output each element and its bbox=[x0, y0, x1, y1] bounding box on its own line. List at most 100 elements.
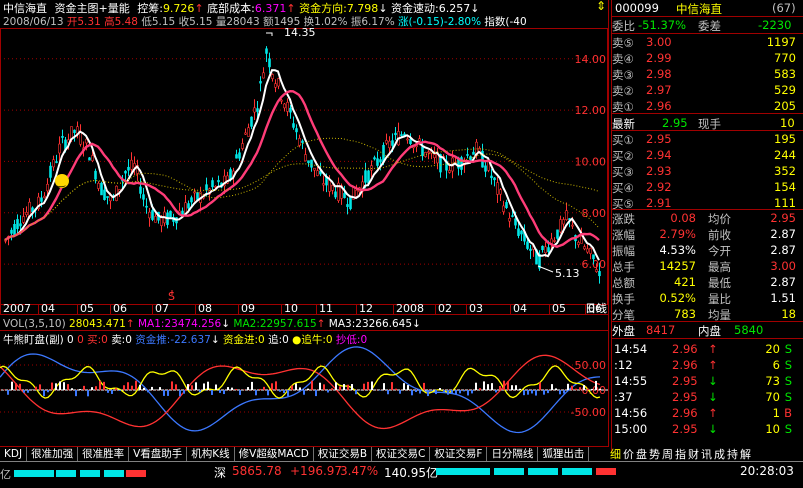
candle-body bbox=[388, 140, 391, 148]
level-volume: 1197 bbox=[766, 35, 796, 49]
quote-tab[interactable]: 盘 bbox=[635, 446, 648, 461]
right-progress-bar-5 bbox=[596, 468, 616, 475]
quote-panel: 000099 中信海直 (67) 委比 -51.37% 委差 -2230 卖⑤ 3… bbox=[611, 0, 803, 452]
high-annotation-line bbox=[266, 32, 273, 36]
indicator-tab[interactable]: 机构K线 bbox=[187, 447, 235, 462]
scroll-arrows-icon[interactable]: ⇕ bbox=[596, 0, 606, 13]
stat-row: 换手 0.52% 量比 1.51 bbox=[612, 291, 802, 306]
time-axis-label: 03 bbox=[469, 302, 483, 315]
up-arrow-icon: ↑ bbox=[708, 342, 718, 356]
stat-value: 783 bbox=[674, 307, 696, 321]
candle-body bbox=[508, 218, 511, 222]
indicator-tab[interactable]: V看盘助手 bbox=[129, 447, 188, 462]
sub-indicator-title[interactable]: 牛熊盯盘(副) bbox=[3, 334, 64, 346]
candle-body bbox=[238, 152, 241, 159]
stat-label-2: 最高 bbox=[708, 260, 731, 274]
quote-tab[interactable]: 成 bbox=[713, 446, 726, 461]
up-arrow-icon: ↑ bbox=[708, 358, 718, 372]
indicator-tab[interactable]: 日分隔线 bbox=[487, 447, 539, 462]
latest-value: 2.95 bbox=[662, 116, 688, 130]
candle-body bbox=[418, 138, 421, 142]
quote-tab[interactable]: 周 bbox=[661, 446, 674, 461]
quote-tab[interactable]: 财 bbox=[687, 446, 700, 461]
sell-label: 卖: bbox=[111, 334, 126, 346]
weicha-value: -2230 bbox=[758, 18, 792, 32]
inner-label: 内盘 bbox=[698, 324, 721, 338]
indicator-tab[interactable]: KDJ bbox=[0, 447, 28, 462]
up-arrow-icon: ↑ bbox=[316, 318, 326, 330]
tick-price: 2.95 bbox=[672, 390, 698, 404]
level-volume: 529 bbox=[774, 83, 796, 97]
stat-row: 总手 14257 最高 3.00 bbox=[612, 259, 802, 274]
candle-body bbox=[502, 205, 505, 212]
candle-body bbox=[247, 127, 250, 137]
level-volume: 111 bbox=[774, 196, 796, 210]
clock: 20:28:03 bbox=[740, 464, 794, 478]
candle-body bbox=[406, 138, 409, 141]
indicator-tab[interactable]: 权证交易F bbox=[430, 447, 488, 462]
candle-body bbox=[328, 179, 331, 192]
amount-label: 额 bbox=[263, 16, 274, 28]
fund-push-label: 资金推: bbox=[135, 334, 171, 346]
tick-side: S bbox=[784, 358, 792, 372]
indicator-tab[interactable]: 很准胜率 bbox=[78, 447, 130, 462]
quote-tab[interactable]: 价 bbox=[622, 446, 635, 461]
indicator-tab-bar: KDJ 很准加强 很准胜率 V看盘助手 机构K线 修V超级MACD 权证交易B 权证交易C 权证… bbox=[0, 446, 609, 462]
level-price: 3.00 bbox=[646, 35, 672, 49]
kline-chart-area[interactable]: 14.00 12.00 10.00 8.00 6.00 2007 04 05 06 07 08 09 1… bbox=[0, 0, 609, 452]
open-label: 开 bbox=[66, 16, 78, 28]
candle-body bbox=[268, 58, 271, 68]
candle-body bbox=[97, 182, 100, 189]
quote-tab[interactable]: 指 bbox=[674, 446, 687, 461]
quote-tab[interactable]: 细 bbox=[609, 446, 622, 461]
candle-body bbox=[316, 170, 319, 176]
quote-tab[interactable]: 解 bbox=[739, 446, 752, 461]
candle-body bbox=[598, 271, 601, 277]
kline-chart-svg[interactable]: 14.0012.0010.008.006.002007 04 05 06 07 08 09 1… bbox=[0, 0, 609, 446]
candle-body bbox=[196, 192, 199, 200]
smiley-face: ‿ bbox=[56, 177, 66, 188]
quote-tab[interactable]: 讯 bbox=[700, 446, 713, 461]
indicator-tab[interactable]: 修V超级MACD bbox=[235, 447, 314, 462]
vol-label: VOL(3,5,10) bbox=[3, 318, 66, 330]
left-progress-bar bbox=[14, 470, 54, 477]
candle-body bbox=[52, 159, 55, 168]
market-index-pct: 3.47% bbox=[340, 464, 379, 478]
candle-body bbox=[427, 151, 430, 154]
level-price: 2.97 bbox=[646, 83, 672, 97]
quote-tab[interactable]: 持 bbox=[726, 446, 739, 461]
candle-body bbox=[49, 165, 52, 178]
stat-label-2: 均价 bbox=[708, 212, 731, 226]
indicator-tab[interactable]: 权证交易B bbox=[314, 447, 373, 462]
market-amount: 140.95亿 bbox=[384, 466, 438, 480]
tick-time: :37 bbox=[614, 390, 633, 404]
indicator-tab[interactable]: 狐狸出击 bbox=[538, 447, 590, 462]
stat-value: 421 bbox=[674, 275, 696, 289]
order-level-row: 卖② 2.97 529 bbox=[612, 83, 802, 98]
fund-in-label: 资金进: bbox=[223, 334, 259, 346]
chase-bull-label: 追牛: bbox=[301, 334, 326, 346]
indicator-tab[interactable]: 权证交易C bbox=[372, 447, 431, 462]
indicator-tab[interactable]: 很准加强 bbox=[27, 447, 79, 462]
left-progress-bar-3 bbox=[80, 470, 100, 477]
ma2-label: MA2: bbox=[233, 318, 260, 330]
up-arrow-icon: ↑ bbox=[125, 318, 135, 330]
sub-axis-label: -50.00 bbox=[571, 406, 606, 419]
candle-body bbox=[88, 157, 91, 161]
candle-body bbox=[91, 155, 94, 162]
candle-body bbox=[343, 193, 346, 198]
stat-value-2: 2.95 bbox=[770, 211, 796, 225]
level-volume: 770 bbox=[774, 51, 796, 65]
candle-body bbox=[229, 169, 232, 180]
stat-value: 0.08 bbox=[670, 211, 696, 225]
time-axis-label: 04 bbox=[41, 302, 55, 315]
weibi-row: 委比 -51.37% 委差 -2230 bbox=[612, 18, 802, 33]
market-index-change: +196.97 bbox=[290, 464, 343, 478]
quote-tab[interactable]: 势 bbox=[648, 446, 661, 461]
candle-body bbox=[556, 229, 559, 239]
stat-label: 换手 bbox=[612, 292, 635, 306]
candle-body bbox=[313, 167, 316, 171]
tick-side: S bbox=[784, 342, 792, 356]
candle-body bbox=[190, 197, 193, 203]
stat-label: 总额 bbox=[612, 276, 635, 290]
